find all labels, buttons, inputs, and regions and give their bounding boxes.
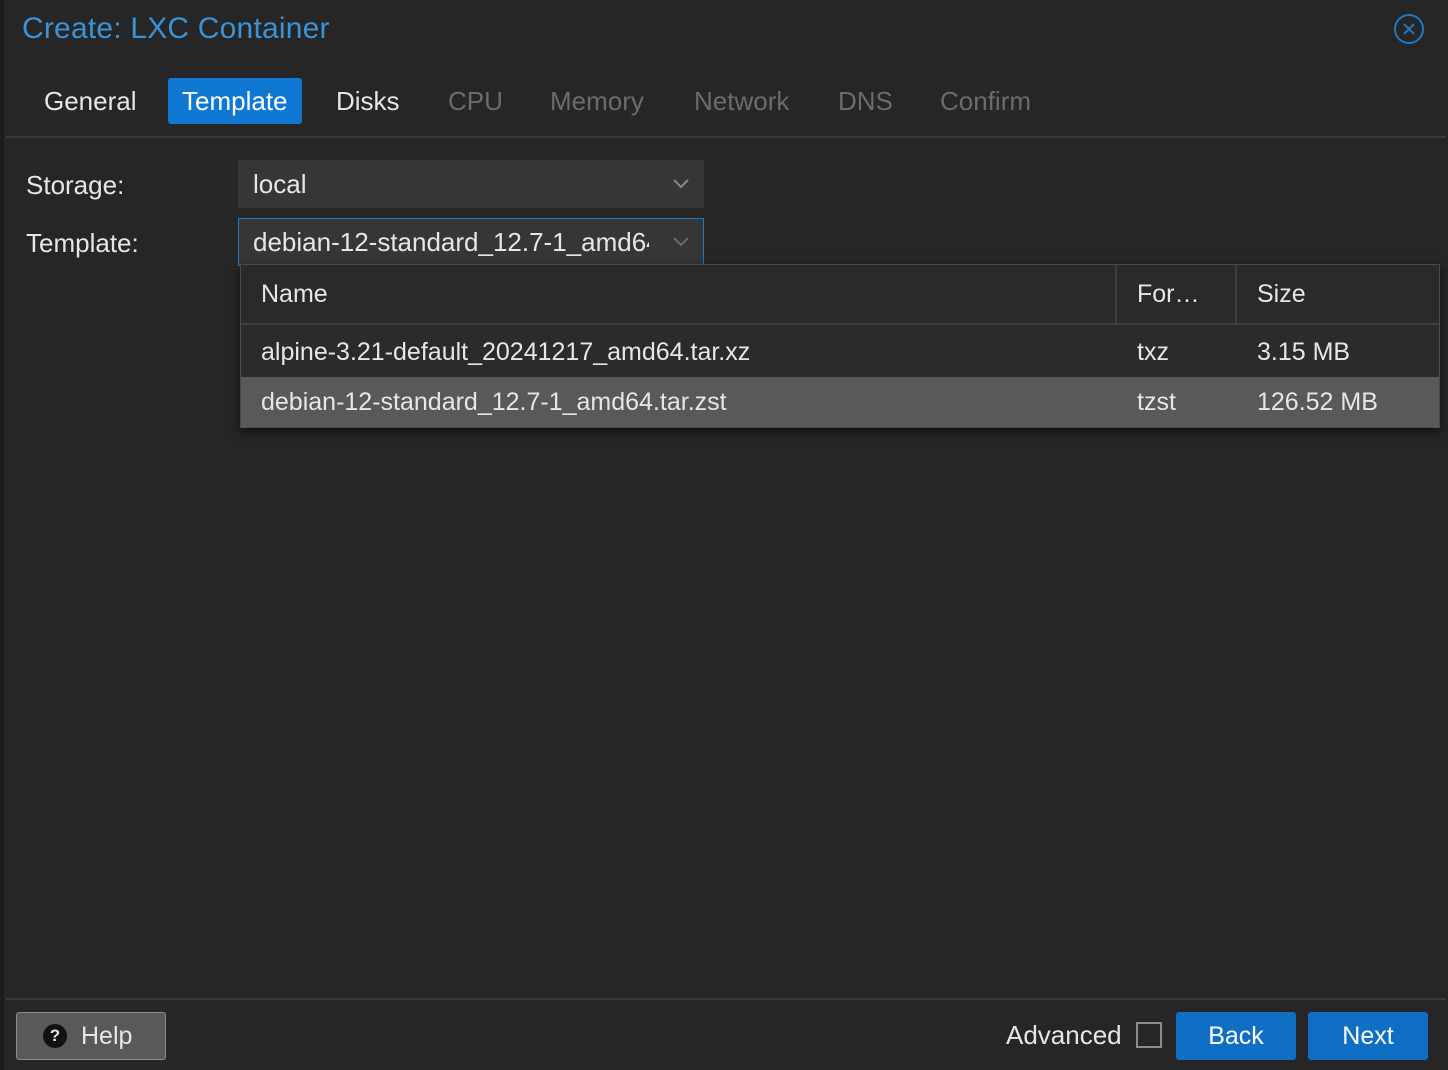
storage-combobox[interactable]: local — [238, 160, 704, 208]
close-icon[interactable] — [1394, 14, 1424, 44]
chevron-down-icon[interactable] — [669, 231, 693, 251]
tab-dns: DNS — [838, 86, 893, 116]
back-button[interactable]: Back — [1176, 1012, 1296, 1060]
tab-template[interactable]: Template — [168, 78, 302, 124]
row-format: tzst — [1137, 388, 1176, 416]
table-row[interactable]: alpine-3.21-default_20241217_amd64.tar.x… — [241, 327, 1439, 377]
template-combobox[interactable]: debian-12-standard_12.7-1_amd64.tar.zst — [238, 218, 704, 266]
tab-confirm: Confirm — [940, 86, 1032, 116]
column-header-size[interactable]: Size — [1237, 265, 1439, 323]
dialog-titlebar: Create: LXC Container — [4, 0, 1448, 60]
wizard-tabs: General Template Disks CPU Memory Networ… — [4, 78, 1204, 124]
help-button[interactable]: ? Help — [16, 1012, 166, 1060]
row-name: alpine-3.21-default_20241217_amd64.tar.x… — [261, 338, 751, 366]
storage-value: local — [253, 169, 307, 199]
row-name: debian-12-standard_12.7-1_amd64.tar.zst — [261, 388, 727, 416]
row-size: 126.52 MB — [1257, 388, 1378, 416]
help-label: Help — [81, 1022, 133, 1050]
tab-network: Network — [694, 86, 790, 116]
next-button[interactable]: Next — [1308, 1012, 1428, 1060]
template-value[interactable]: debian-12-standard_12.7-1_amd64.tar.zst — [253, 219, 649, 265]
row-format: txz — [1137, 338, 1169, 366]
dialog-title: Create: LXC Container — [22, 12, 330, 45]
template-label: Template: — [26, 228, 139, 258]
row-size: 3.15 MB — [1257, 338, 1351, 366]
tab-memory: Memory — [550, 86, 644, 116]
tab-general[interactable]: General — [30, 78, 151, 124]
question-circle-icon: ? — [43, 1024, 67, 1048]
table-row[interactable]: debian-12-standard_12.7-1_amd64.tar.zst … — [241, 377, 1439, 427]
storage-label: Storage: — [26, 170, 125, 200]
advanced-label: Advanced — [1006, 1020, 1122, 1050]
template-dropdown-grid: Name For… Size alpine-3.21-default_20241… — [240, 264, 1440, 428]
dialog-footer: ? Help Advanced Back Next — [4, 1000, 1448, 1070]
column-header-format[interactable]: For… — [1117, 265, 1237, 323]
tab-cpu: CPU — [448, 86, 503, 116]
advanced-checkbox[interactable] — [1136, 1022, 1162, 1048]
tab-disks[interactable]: Disks — [322, 78, 414, 124]
column-header-name[interactable]: Name — [241, 265, 1117, 323]
grid-header: Name For… Size — [241, 265, 1439, 325]
lxc-create-dialog: Create: LXC Container General Template D… — [0, 0, 1448, 1070]
chevron-down-icon[interactable] — [669, 173, 693, 193]
